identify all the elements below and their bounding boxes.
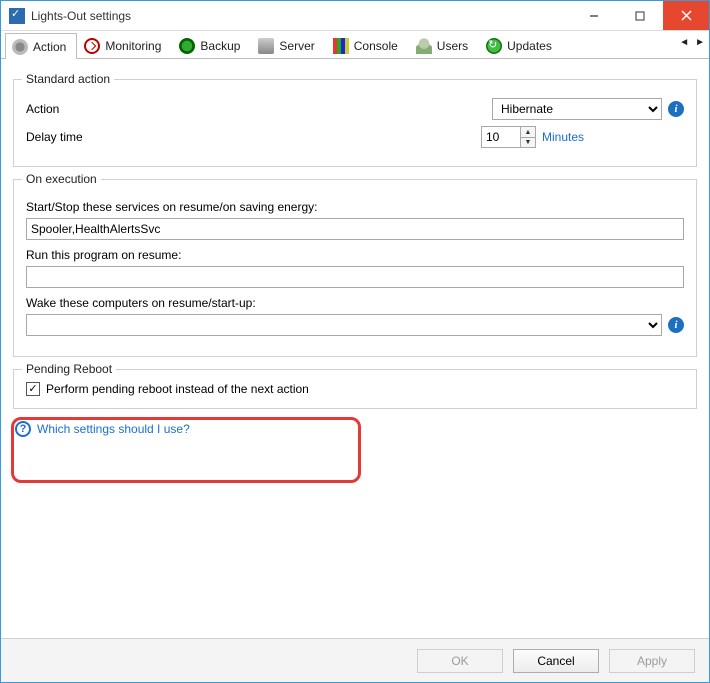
program-input[interactable] xyxy=(26,266,684,288)
console-icon xyxy=(333,38,349,54)
tab-scroll-arrows: ◄ ► xyxy=(679,37,705,48)
app-icon xyxy=(9,8,25,24)
monitor-icon xyxy=(84,38,100,54)
tab-action[interactable]: Action xyxy=(5,33,77,59)
legend-standard-action: Standard action xyxy=(22,72,114,86)
tab-console[interactable]: Console xyxy=(326,33,409,58)
tab-content-action: Standard action Action Hibernate i Delay… xyxy=(1,59,709,638)
tab-server[interactable]: Server xyxy=(251,33,325,58)
fieldset-on-execution: On execution Start/Stop these services o… xyxy=(13,179,697,357)
delay-spinner[interactable]: ▲ ▼ xyxy=(481,126,536,148)
tab-label: Console xyxy=(354,39,398,53)
help-icon: ? xyxy=(15,421,31,437)
tab-backup[interactable]: Backup xyxy=(172,33,251,58)
fieldset-pending-reboot: Pending Reboot ✓ Perform pending reboot … xyxy=(13,369,697,409)
spinner-up[interactable]: ▲ xyxy=(521,127,535,137)
tab-label: Updates xyxy=(507,39,552,53)
spinner-down[interactable]: ▼ xyxy=(521,137,535,147)
minimize-icon xyxy=(589,11,599,21)
pending-reboot-checkbox-label: Perform pending reboot instead of the ne… xyxy=(46,382,309,396)
tabstrip: Action Monitoring Backup Server Console … xyxy=(1,31,709,59)
fieldset-standard-action: Standard action Action Hibernate i Delay… xyxy=(13,79,697,167)
wake-select[interactable] xyxy=(26,314,662,336)
action-select[interactable]: Hibernate xyxy=(492,98,662,120)
backup-icon xyxy=(179,38,195,54)
tab-scroll-left[interactable]: ◄ xyxy=(679,37,689,48)
legend-on-execution: On execution xyxy=(22,172,101,186)
tab-users[interactable]: Users xyxy=(409,33,479,58)
action-label: Action xyxy=(26,102,146,116)
ok-button[interactable]: OK xyxy=(417,649,503,673)
tab-monitoring[interactable]: Monitoring xyxy=(77,33,172,58)
titlebar: Lights-Out settings xyxy=(1,1,709,31)
tab-scroll-right[interactable]: ► xyxy=(695,37,705,48)
help-link[interactable]: Which settings should I use? xyxy=(37,422,190,436)
program-label: Run this program on resume: xyxy=(26,248,684,262)
tab-updates[interactable]: Updates xyxy=(479,33,563,58)
window-title: Lights-Out settings xyxy=(31,9,571,23)
minimize-button[interactable] xyxy=(571,1,617,30)
maximize-button[interactable] xyxy=(617,1,663,30)
delay-unit-link[interactable]: Minutes xyxy=(542,130,662,144)
wake-label: Wake these computers on resume/start-up: xyxy=(26,296,684,310)
delay-value-input[interactable] xyxy=(482,127,520,147)
maximize-icon xyxy=(635,11,645,21)
close-icon xyxy=(681,10,692,21)
tab-label: Server xyxy=(279,39,314,53)
info-icon[interactable]: i xyxy=(668,101,684,117)
tab-label: Monitoring xyxy=(105,39,161,53)
gear-icon xyxy=(12,39,28,55)
pending-reboot-checkbox[interactable]: ✓ xyxy=(26,382,40,396)
delay-label: Delay time xyxy=(26,130,146,144)
close-button[interactable] xyxy=(663,1,709,30)
tab-label: Action xyxy=(33,40,66,54)
users-icon xyxy=(416,38,432,54)
legend-pending-reboot: Pending Reboot xyxy=(22,362,116,376)
server-icon xyxy=(258,38,274,54)
cancel-button[interactable]: Cancel xyxy=(513,649,599,673)
tab-label: Backup xyxy=(200,39,240,53)
window-controls xyxy=(571,1,709,30)
services-input[interactable] xyxy=(26,218,684,240)
apply-button[interactable]: Apply xyxy=(609,649,695,673)
dialog-button-bar: OK Cancel Apply xyxy=(1,638,709,682)
services-label: Start/Stop these services on resume/on s… xyxy=(26,200,684,214)
tab-label: Users xyxy=(437,39,468,53)
updates-icon xyxy=(486,38,502,54)
info-icon[interactable]: i xyxy=(668,317,684,333)
